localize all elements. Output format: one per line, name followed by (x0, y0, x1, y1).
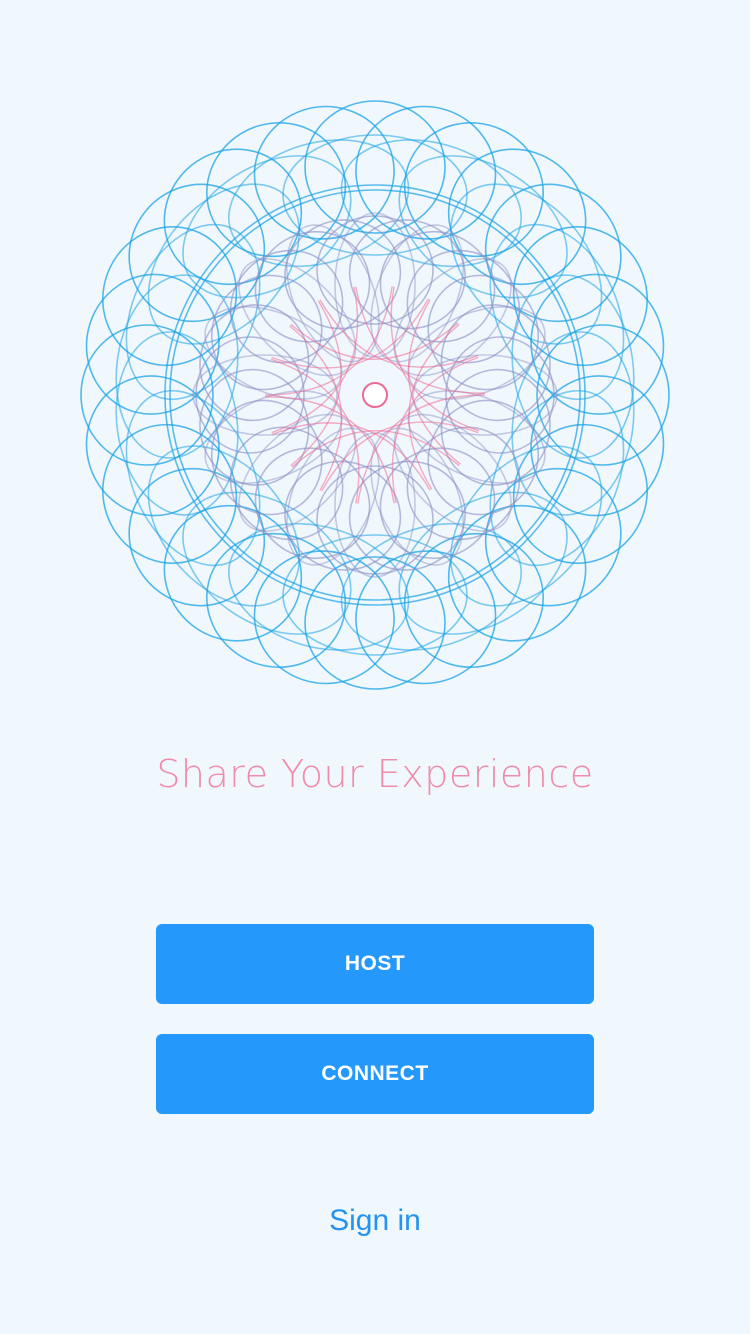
connect-button-label: CONNECT (321, 1062, 429, 1085)
connect-button[interactable]: CONNECT (156, 1034, 594, 1114)
tagline: Share Your Experience (156, 752, 594, 796)
spirograph-icon (80, 100, 670, 690)
spirograph-logo (60, 80, 690, 710)
center-dot (362, 382, 388, 408)
host-button-label: HOST (344, 952, 406, 975)
sign-in-link[interactable]: Sign in (0, 1204, 750, 1238)
host-button[interactable]: HOST (156, 924, 594, 1004)
